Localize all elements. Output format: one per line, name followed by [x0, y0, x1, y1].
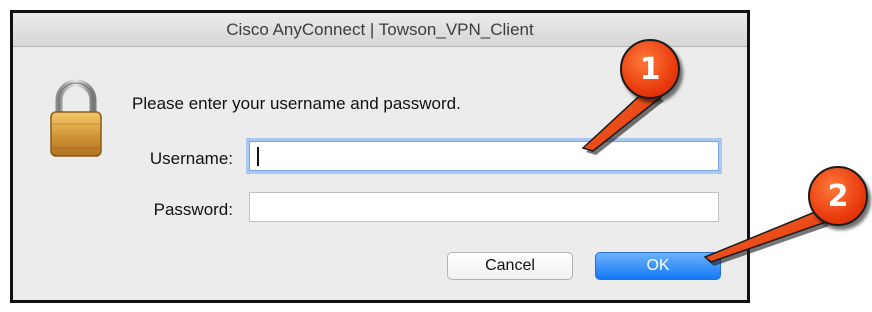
cancel-button[interactable]: Cancel: [447, 252, 573, 280]
step-2-badge: 2: [808, 166, 868, 226]
text-cursor: [257, 147, 259, 166]
step-1-badge: 1: [620, 39, 680, 99]
screenshot-stage: Cisco AnyConnect | Towson_VPN_Client Ple…: [0, 0, 872, 312]
username-field[interactable]: [249, 141, 719, 171]
window-title: Cisco AnyConnect | Towson_VPN_Client: [226, 19, 534, 39]
password-label: Password:: [153, 200, 233, 219]
lock-icon: [49, 78, 103, 158]
ok-button[interactable]: OK: [595, 252, 721, 280]
username-label: Username:: [149, 149, 233, 168]
login-prompt: Please enter your username and password.: [132, 94, 461, 113]
password-field[interactable]: [249, 192, 719, 222]
